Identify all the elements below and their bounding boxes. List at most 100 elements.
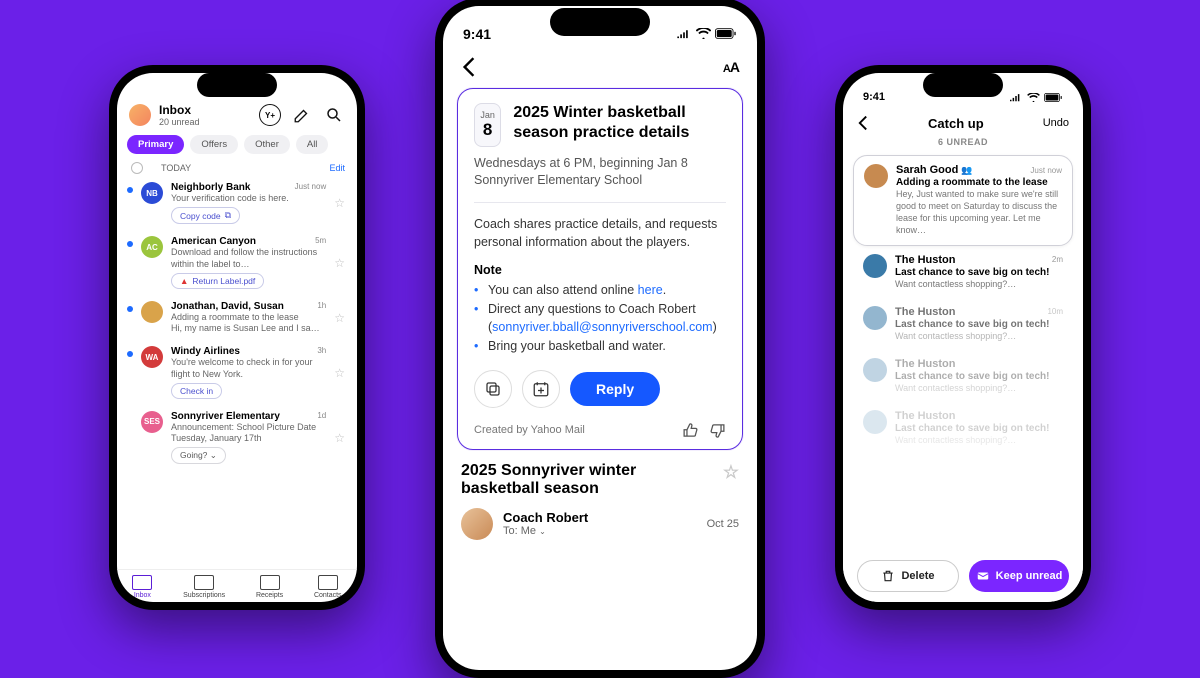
catchup-item[interactable]: The Huston2mLast chance to save big on t… [853,246,1073,298]
sender-name: The Huston [895,306,956,318]
message-time: 3h [317,346,326,357]
unread-dot [127,416,133,422]
message-subject: Last chance to save big on tech! [895,371,1063,382]
sender-avatar [863,410,887,434]
catchup-item[interactable]: The HustonLast chance to save big on tec… [853,350,1073,402]
star-icon[interactable]: ☆ [334,256,345,270]
back-button[interactable] [461,56,477,78]
thread-sender-row[interactable]: Coach Robert To: Me ⌄ Oct 25 [443,498,757,550]
star-icon[interactable]: ☆ [334,431,345,445]
sender-avatar: NB [141,182,163,204]
link[interactable]: here [638,283,663,297]
sender-avatar: AC [141,236,163,258]
sender-avatar [863,306,887,330]
message-subject: Last chance to save big on tech! [895,423,1063,434]
summary-title: 2025 Winter basketball season practice d… [513,103,726,143]
tab-primary[interactable]: Primary [127,135,184,154]
unread-dot [127,241,133,247]
message-row[interactable]: SESSonnyriver Elementary1dAnnouncement: … [117,405,357,471]
catchup-item[interactable]: Sarah Good 👥Just nowAdding a roommate to… [853,155,1073,246]
status-icons [676,28,737,39]
star-icon[interactable]: ☆ [334,366,345,380]
unread-count: 20 unread [159,117,251,127]
action-chip[interactable]: ▲Return Label.pdf [171,273,264,289]
message-time: 2m [1052,255,1063,264]
message-row[interactable]: NBNeighborly BankJust nowYour verificati… [117,176,357,230]
message-preview: Announcement: School Picture Date Tuesda… [171,422,326,445]
action-chip[interactable]: Check in [171,383,222,399]
copy-button[interactable] [474,370,512,408]
people-icon: 👥 [961,165,972,175]
status-icons [1009,93,1063,102]
message-preview: Want contactless shopping?… [895,278,1063,290]
sender-name: The Huston [895,358,956,370]
message-subject: Last chance to save big on tech! [895,319,1063,330]
sender-avatar: WA [141,346,163,368]
star-icon[interactable]: ☆ [334,311,345,325]
text-size-button[interactable]: AA [723,59,739,75]
yahoo-plus-icon[interactable]: Y+ [259,104,281,126]
message-row[interactable]: WAWindy Airlines3hYou're welcome to chec… [117,340,357,405]
star-icon[interactable]: ☆ [723,462,739,498]
star-icon[interactable]: ☆ [334,196,345,210]
thumbs-down-icon[interactable] [709,422,726,439]
sender-name: Coach Robert [503,510,697,525]
sender-avatar [863,358,887,382]
summary-body: Coach shares practice details, and reque… [474,215,726,251]
email-date: Oct 25 [707,518,739,530]
message-time: 10m [1047,307,1063,316]
profile-avatar[interactable] [129,104,151,126]
inbox-title: Inbox [159,103,251,117]
sender-name: Jonathan, David, Susan [171,301,284,312]
action-chip[interactable]: Going? ⌄ [171,447,226,464]
catchup-title: Catch up [928,116,984,131]
back-button[interactable] [857,115,869,131]
nav-contacts[interactable]: Contacts [314,575,342,599]
sender-name: American Canyon [171,236,256,247]
action-chip[interactable]: Copy code ⧉ [171,207,240,224]
message-time: 1h [317,301,326,312]
edit-button[interactable]: Edit [329,163,345,173]
add-calendar-button[interactable] [522,370,560,408]
delete-button[interactable]: Delete [857,560,959,592]
message-preview: Want contactless shopping?… [895,382,1063,394]
note-bullets: You can also attend online here.Direct a… [474,281,726,356]
status-time: 9:41 [463,26,491,42]
tab-other[interactable]: Other [244,135,290,154]
sender-name: The Huston [895,410,956,422]
compose-icon[interactable] [291,104,313,126]
summary-subtitle: Wednesdays at 6 PM, beginning Jan 8Sonny… [474,155,726,190]
unread-header: 6 UNREAD [843,137,1083,147]
note-bullet: You can also attend online here. [474,281,726,300]
message-time: Just now [1030,166,1062,175]
catchup-item[interactable]: The Huston 10m Last chance to save big on … [853,298,1073,350]
tab-offers[interactable]: Offers [190,135,238,154]
reply-button[interactable]: Reply [570,372,660,406]
note-heading: Note [474,263,726,277]
message-row[interactable]: Jonathan, David, Susan 1hAdding a roommat… [117,295,357,341]
unread-dot [127,187,133,193]
thumbs-up-icon[interactable] [682,422,699,439]
link[interactable]: sonnyriver.bball@sonnyriverschool.com [492,320,712,334]
message-subject: Adding a roommate to the lease [896,177,1062,188]
keep-unread-button[interactable]: Keep unread [969,560,1069,592]
nav-receipts[interactable]: Receipts [256,575,283,599]
message-preview: Your verification code is here. [171,193,326,204]
inbox-header: Inbox 20 unread Y+ [117,103,357,131]
unread-dot [127,306,133,312]
message-subject: Adding a roommate to the lease [171,312,326,323]
note-bullet: Direct any questions to Coach Robert (so… [474,300,726,338]
event-date: Jan 8 [474,103,501,147]
search-icon[interactable] [323,104,345,126]
note-bullet: Bring your basketball and water. [474,337,726,356]
select-all[interactable] [131,162,143,174]
tab-all[interactable]: All [296,135,329,154]
nav-subscriptions[interactable]: Subscriptions [183,575,225,599]
message-list: NBNeighborly BankJust nowYour verificati… [117,176,357,569]
message-time: 5m [315,236,326,247]
catchup-item[interactable]: The HustonLast chance to save big on tec… [853,402,1073,454]
message-row[interactable]: ACAmerican Canyon5mDownload and follow t… [117,230,357,295]
message-preview: Hey, Just wanted to make sure we're stil… [896,188,1062,237]
nav-inbox[interactable]: Inbox [132,575,152,599]
undo-button[interactable]: Undo [1043,117,1069,129]
